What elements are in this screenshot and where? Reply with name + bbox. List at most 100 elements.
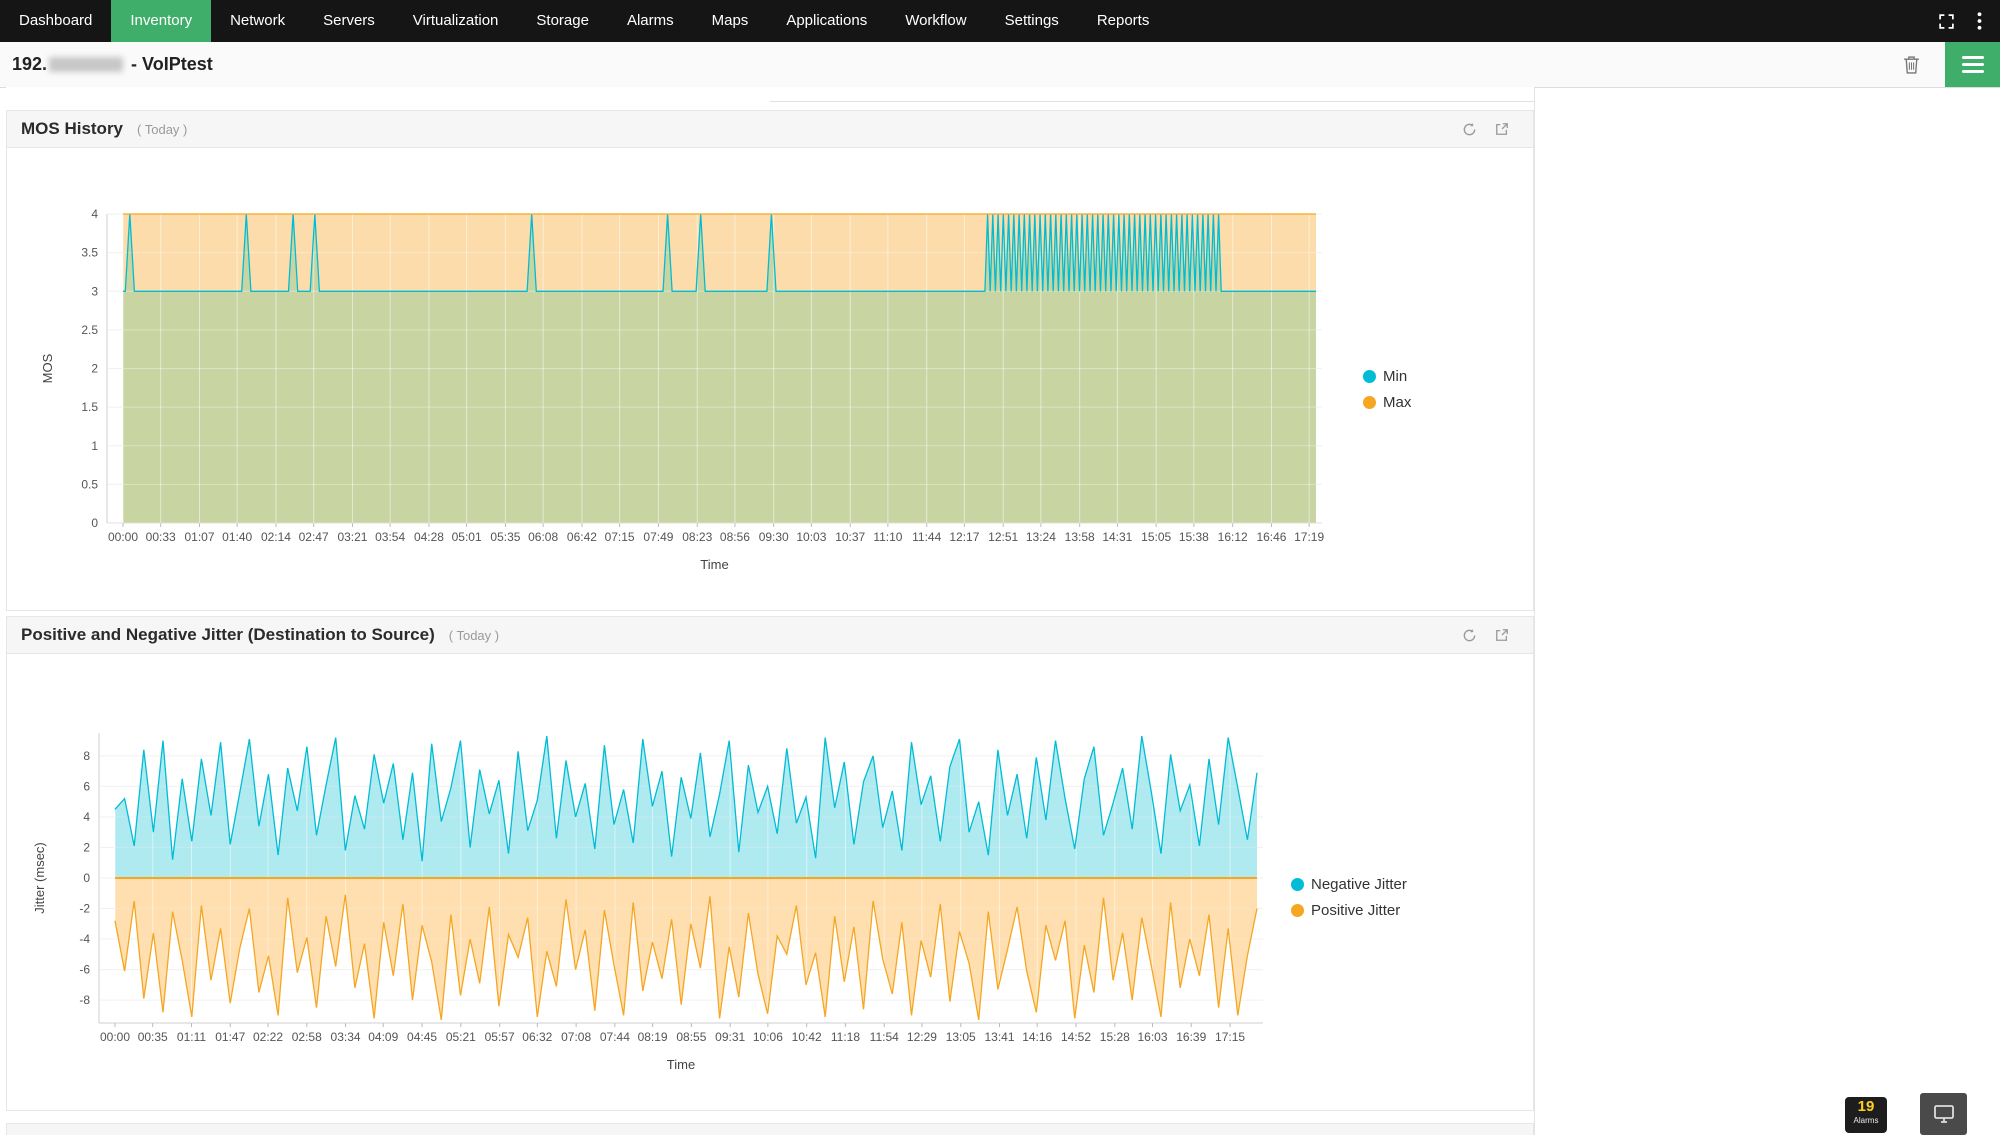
jitter-dest-to-source-chart[interactable]: -8-6-4-20246800:0000:3501:1101:4702:2202…	[7, 654, 1527, 1084]
svg-text:07:49: 07:49	[643, 530, 673, 544]
jitter-legend: Negative Jitter Positive Jitter	[1291, 876, 1407, 928]
legend-label: Negative Jitter	[1311, 876, 1407, 893]
panel-period: ( Today )	[137, 122, 187, 137]
svg-text:01:47: 01:47	[215, 1030, 245, 1044]
device-ip-prefix: 192.	[12, 54, 47, 75]
nav-item-dashboard[interactable]: Dashboard	[0, 0, 111, 42]
svg-text:16:12: 16:12	[1218, 530, 1248, 544]
nav-item-storage[interactable]: Storage	[517, 0, 608, 42]
svg-text:-8: -8	[79, 993, 90, 1007]
jitter-chart-body: -8-6-4-20246800:0000:3501:1101:4702:2202…	[7, 654, 1533, 1110]
nav-item-virtualization[interactable]: Virtualization	[394, 0, 518, 42]
panel-header: Positive and Negative Jitter (Destinatio…	[7, 617, 1533, 654]
panel-jitter-source-to-dest: Positive and Negative Jitter (Source to …	[6, 1123, 1534, 1135]
svg-text:07:08: 07:08	[561, 1030, 591, 1044]
fullscreen-icon[interactable]	[1938, 13, 1955, 30]
legend-item-max[interactable]: Max	[1363, 394, 1411, 411]
previous-panel-remnant	[6, 87, 1534, 102]
svg-text:02:14: 02:14	[261, 530, 291, 544]
legend-label: Min	[1383, 368, 1407, 385]
console-icon[interactable]	[1920, 1093, 1967, 1135]
svg-text:04:45: 04:45	[407, 1030, 437, 1044]
panel-header: MOS History ( Today )	[7, 111, 1533, 148]
svg-text:05:21: 05:21	[446, 1030, 476, 1044]
nav-item-inventory[interactable]: Inventory	[111, 0, 211, 42]
svg-text:00:00: 00:00	[100, 1030, 130, 1044]
kebab-menu-icon[interactable]	[1977, 12, 1982, 30]
nav-item-settings[interactable]: Settings	[986, 0, 1078, 42]
positive-jitter-legend-dot	[1291, 904, 1304, 917]
negative-jitter-legend-dot	[1291, 878, 1304, 891]
refresh-icon[interactable]	[1462, 122, 1477, 137]
svg-text:08:55: 08:55	[676, 1030, 706, 1044]
panel-header: Positive and Negative Jitter (Source to …	[7, 1124, 1533, 1135]
nav-item-alarms[interactable]: Alarms	[608, 0, 693, 42]
svg-text:03:54: 03:54	[375, 530, 405, 544]
svg-text:06:08: 06:08	[528, 530, 558, 544]
svg-text:06:32: 06:32	[522, 1030, 552, 1044]
svg-text:1.5: 1.5	[81, 400, 98, 414]
mos-history-chart[interactable]: 00.511.522.533.5400:0000:3301:0701:4002:…	[7, 148, 1527, 588]
svg-text:16:46: 16:46	[1256, 530, 1286, 544]
svg-text:3.5: 3.5	[81, 246, 98, 260]
alarms-badge[interactable]: 19 Alarms	[1845, 1097, 1887, 1133]
content-area: MOS History ( Today ) 00.511.522.533.540…	[6, 87, 1535, 1135]
svg-text:02:58: 02:58	[292, 1030, 322, 1044]
legend-item-positive-jitter[interactable]: Positive Jitter	[1291, 902, 1407, 919]
svg-text:03:21: 03:21	[337, 530, 367, 544]
svg-text:05:57: 05:57	[485, 1030, 515, 1044]
svg-text:15:38: 15:38	[1179, 530, 1209, 544]
svg-text:13:58: 13:58	[1065, 530, 1095, 544]
legend-item-min[interactable]: Min	[1363, 368, 1411, 385]
svg-text:2.5: 2.5	[81, 323, 98, 337]
svg-text:04:28: 04:28	[414, 530, 444, 544]
nav-item-applications[interactable]: Applications	[767, 0, 886, 42]
legend-item-negative-jitter[interactable]: Negative Jitter	[1291, 876, 1407, 893]
svg-text:-4: -4	[79, 932, 90, 946]
alarm-count: 19	[1845, 1097, 1887, 1116]
hamburger-menu-icon[interactable]	[1945, 42, 2000, 87]
svg-text:10:03: 10:03	[796, 530, 826, 544]
svg-text:17:15: 17:15	[1215, 1030, 1245, 1044]
nav-item-network[interactable]: Network	[211, 0, 304, 42]
refresh-icon[interactable]	[1462, 628, 1477, 643]
panel-title: MOS History	[21, 119, 123, 139]
svg-text:3: 3	[91, 284, 98, 298]
legend-label: Positive Jitter	[1311, 902, 1400, 919]
svg-text:1: 1	[91, 439, 98, 453]
popout-icon[interactable]	[1495, 628, 1509, 642]
device-name: - VoIPtest	[131, 54, 213, 75]
svg-text:03:34: 03:34	[331, 1030, 361, 1044]
svg-text:12:17: 12:17	[949, 530, 979, 544]
svg-text:02:22: 02:22	[253, 1030, 283, 1044]
svg-text:12:29: 12:29	[907, 1030, 937, 1044]
max-legend-dot	[1363, 396, 1376, 409]
svg-text:11:18: 11:18	[831, 1030, 860, 1044]
svg-text:06:42: 06:42	[567, 530, 597, 544]
svg-text:14:52: 14:52	[1061, 1030, 1091, 1044]
svg-text:00:00: 00:00	[108, 530, 138, 544]
popout-icon[interactable]	[1495, 122, 1509, 136]
svg-text:11:44: 11:44	[912, 530, 941, 544]
svg-text:01:11: 01:11	[177, 1030, 206, 1044]
nav-item-workflow[interactable]: Workflow	[886, 0, 985, 42]
svg-text:15:28: 15:28	[1100, 1030, 1130, 1044]
blurred-ip	[49, 57, 123, 72]
svg-text:-2: -2	[79, 902, 90, 916]
svg-text:0: 0	[91, 516, 98, 530]
nav-item-maps[interactable]: Maps	[693, 0, 768, 42]
svg-text:13:41: 13:41	[984, 1030, 1014, 1044]
trash-icon[interactable]	[1903, 55, 1920, 79]
svg-text:01:40: 01:40	[222, 530, 252, 544]
svg-text:08:19: 08:19	[638, 1030, 668, 1044]
device-title: 192. - VoIPtest	[12, 54, 213, 75]
svg-text:17:19: 17:19	[1294, 530, 1324, 544]
svg-text:4: 4	[83, 810, 90, 824]
min-legend-dot	[1363, 370, 1376, 383]
nav-item-servers[interactable]: Servers	[304, 0, 394, 42]
svg-text:15:05: 15:05	[1141, 530, 1171, 544]
nav-item-reports[interactable]: Reports	[1078, 0, 1169, 42]
panel-jitter-dest-to-source: Positive and Negative Jitter (Destinatio…	[6, 616, 1534, 1111]
svg-text:10:42: 10:42	[792, 1030, 822, 1044]
svg-text:14:16: 14:16	[1022, 1030, 1052, 1044]
